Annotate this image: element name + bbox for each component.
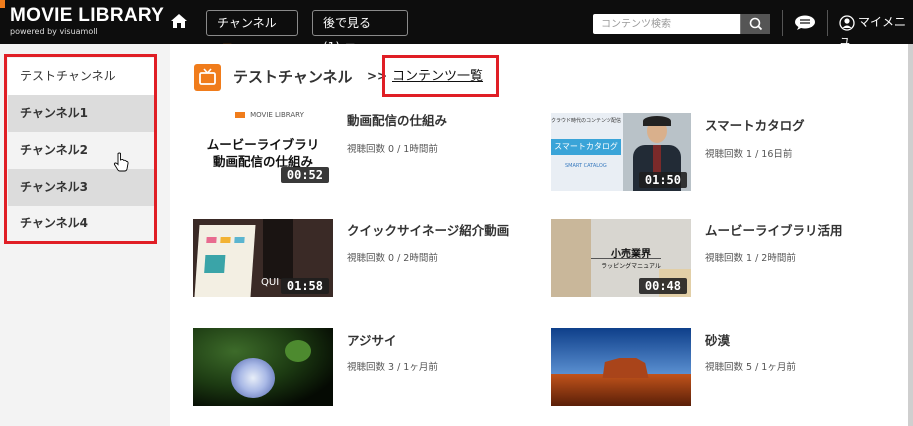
video-thumbnail[interactable]: QUI 01:58 [193, 219, 333, 297]
sidebar-highlight-box [4, 54, 157, 244]
video-meta: 視聴回数 0 / 2時間前 [347, 253, 438, 264]
channel-menu-button[interactable]: チャンネル▼ [206, 10, 298, 54]
thumb-small-text: クラウド時代のコンテンツ配信 [551, 118, 622, 124]
search-icon [749, 17, 763, 31]
video-thumbnail[interactable] [551, 328, 691, 406]
duration-badge: 01:58 [280, 278, 329, 294]
video-thumbnail[interactable]: 小売業界 ラッピングマニュアル 00:48 [551, 219, 691, 297]
video-title[interactable]: アジサイ [347, 330, 397, 349]
video-thumbnail[interactable]: MOVIE LIBRARY ムービーライブラリ 動画配信の仕組み 00:52 [193, 108, 333, 186]
logo-main-text: MOVIE LIBRARY [10, 5, 165, 26]
duration-badge: 00:48 [638, 278, 687, 294]
desert-ground [551, 374, 691, 406]
video-meta: 視聴回数 1 / 2時間前 [705, 253, 796, 264]
user-icon [839, 14, 855, 31]
breadcrumb-highlight-box [382, 55, 499, 97]
logo-sub-text: powered by visuamoll [10, 27, 98, 36]
video-thumbnail[interactable]: クラウド時代のコンテンツ配信 スマートカタログ SMART CATALOG 01… [551, 113, 691, 191]
home-icon[interactable] [170, 13, 188, 29]
channel-menu-label: チャンネル [217, 16, 277, 30]
chat-icon[interactable] [794, 15, 816, 31]
header-divider [827, 10, 828, 36]
duration-badge: 01:50 [638, 172, 687, 188]
video-title[interactable]: 動画配信の仕組み [347, 110, 447, 129]
signage-panel [194, 225, 256, 297]
search-box [593, 14, 770, 34]
search-input[interactable] [593, 14, 739, 34]
logo-corner-mark [0, 0, 5, 8]
thumb-foot-text: SMART CATALOG [565, 163, 607, 169]
watch-later-button[interactable]: 後で見る(1)▼ [312, 10, 408, 54]
top-header: MOVIE LIBRARY powered by visuamoll チャンネル… [0, 0, 913, 54]
search-button[interactable] [740, 14, 770, 34]
video-meta: 視聴回数 5 / 1ヶ月前 [705, 362, 796, 373]
tv-channel-icon [194, 64, 221, 91]
video-thumbnail[interactable] [193, 328, 333, 406]
video-meta: 視聴回数 1 / 16日前 [705, 149, 793, 160]
thumb-logo-text: MOVIE LIBRARY [250, 111, 304, 119]
thumb-text-line: ラッピングマニュアル [601, 263, 661, 270]
channel-title: テストチャンネル [233, 68, 353, 86]
header-divider [782, 10, 783, 36]
thumb-word: QUI [261, 277, 280, 288]
video-meta: 視聴回数 3 / 1ヶ月前 [347, 362, 438, 373]
video-title[interactable]: クイックサイネージ紹介動画 [347, 220, 509, 239]
video-meta: 視聴回数 0 / 1時間前 [347, 144, 438, 155]
video-title[interactable]: 砂漠 [705, 330, 730, 349]
app-logo[interactable]: MOVIE LIBRARY powered by visuamoll [10, 5, 165, 37]
thumb-banner: スマートカタログ [551, 139, 621, 155]
video-title[interactable]: ムービーライブラリ活用 [705, 220, 843, 239]
video-title[interactable]: スマートカタログ [705, 115, 805, 134]
duration-badge: 00:52 [280, 167, 329, 183]
